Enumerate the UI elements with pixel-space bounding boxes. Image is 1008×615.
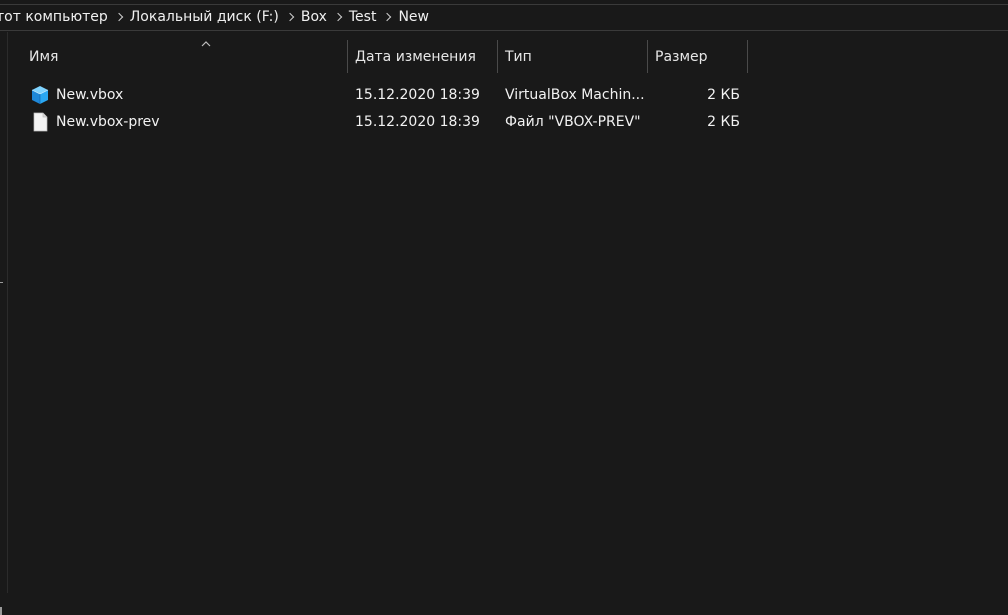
- file-name: New.vbox-prev: [56, 114, 160, 130]
- blank-file-icon: [33, 112, 48, 132]
- breadcrumb-test[interactable]: Test: [349, 5, 377, 30]
- address-bar[interactable]: тот компьютер Локальный диск (F:) Box Te…: [0, 4, 1008, 31]
- breadcrumb-chevron-icon[interactable]: [327, 5, 349, 30]
- file-size: 2 КБ: [707, 87, 740, 103]
- breadcrumb-this-pc[interactable]: тот компьютер: [0, 5, 108, 30]
- pane-splitter-mark: [0, 282, 3, 283]
- file-size: 2 КБ: [707, 114, 740, 130]
- pane-splitter-mark: [0, 607, 2, 615]
- file-name: New.vbox: [56, 87, 124, 103]
- file-type: Файл "VBOX-PREV": [505, 114, 641, 130]
- breadcrumb-box[interactable]: Box: [301, 5, 327, 30]
- column-header: Имя Дата изменения Тип Размер: [22, 40, 748, 73]
- file-list: New.vbox 15.12.2020 18:39 VirtualBox Mac…: [22, 82, 748, 136]
- file-date: 15.12.2020 18:39: [355, 87, 480, 103]
- column-header-name-label: Имя: [29, 49, 59, 65]
- file-type: VirtualBox Machin...: [505, 87, 645, 103]
- navigation-pane-edge[interactable]: [0, 32, 8, 615]
- file-date: 15.12.2020 18:39: [355, 114, 480, 130]
- breadcrumb-chevron-icon[interactable]: [279, 5, 301, 30]
- file-row-new-vbox[interactable]: New.vbox 15.12.2020 18:39 VirtualBox Mac…: [22, 82, 748, 109]
- column-header-type[interactable]: Тип: [498, 40, 648, 73]
- column-header-date[interactable]: Дата изменения: [348, 40, 498, 73]
- breadcrumb-local-disk[interactable]: Локальный диск (F:): [130, 5, 279, 30]
- column-header-size-label: Размер: [655, 49, 708, 65]
- column-header-date-label: Дата изменения: [355, 49, 476, 65]
- breadcrumb-new[interactable]: New: [398, 5, 429, 30]
- column-header-name[interactable]: Имя: [22, 40, 348, 73]
- file-row-new-vbox-prev[interactable]: New.vbox-prev 15.12.2020 18:39 Файл "VBO…: [22, 109, 748, 136]
- virtualbox-cube-icon: [31, 86, 49, 104]
- breadcrumb-chevron-icon[interactable]: [108, 5, 130, 30]
- column-header-type-label: Тип: [505, 49, 532, 65]
- sort-ascending-icon: [201, 41, 211, 47]
- column-header-size[interactable]: Размер: [648, 40, 748, 73]
- breadcrumb-chevron-icon[interactable]: [376, 5, 398, 30]
